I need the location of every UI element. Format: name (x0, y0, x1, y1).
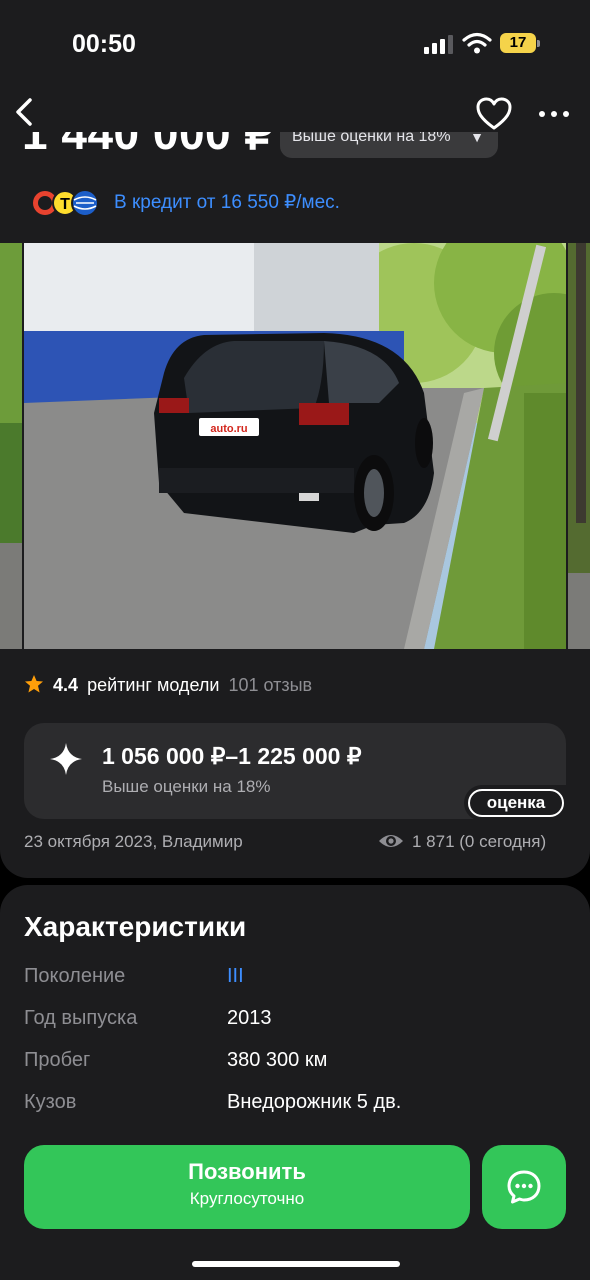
wifi-icon (462, 32, 492, 54)
price-row: 1 440 000 ₽ Выше оценки на 18% ▼ (0, 132, 590, 168)
spec-value: 380 300 км (227, 1049, 328, 1071)
reviews-count: 101 отзыв (228, 675, 313, 695)
views-counter: 1 871 (0 сегодня) (378, 832, 546, 852)
chat-icon (507, 1170, 541, 1204)
views-count: 1 871 (0 сегодня) (412, 832, 547, 851)
price: 1 440 000 ₽ (22, 132, 275, 159)
battery-level: 17 (500, 33, 536, 53)
spec-row-year: Год выпуска 2013 (24, 1007, 566, 1037)
call-label: Позвонить (188, 1159, 306, 1184)
eye-icon (379, 835, 403, 847)
battery-icon: 17 (500, 33, 540, 53)
estimate-range: 1 056 000 ₽–1 225 000 ₽ (102, 743, 362, 769)
spec-key: Год выпуска (24, 1007, 138, 1029)
chat-button[interactable] (482, 1145, 566, 1229)
home-indicator (192, 1261, 400, 1267)
chevron-left-icon[interactable] (8, 92, 44, 132)
svg-text:T: T (60, 196, 70, 213)
photo-next[interactable] (568, 243, 590, 649)
cellular-signal-icon (424, 35, 453, 54)
estimate-badge-label: оценка (468, 789, 564, 817)
photo-gallery[interactable]: auto.ru (0, 243, 590, 649)
spec-value: Внедорожник 5 дв. (227, 1091, 402, 1113)
plate-text: auto.ru (210, 423, 247, 435)
estimate-subtitle: Выше оценки на 18% (102, 777, 271, 796)
heart-icon[interactable] (474, 96, 514, 132)
call-button[interactable]: Позвонить Круглосуточно (24, 1145, 470, 1229)
star-icon (25, 675, 43, 693)
bank-logos-icon: T (33, 189, 99, 217)
more-icon[interactable] (536, 102, 572, 126)
spec-row-mileage: Пробег 380 300 км (24, 1049, 566, 1079)
spec-row-body: Кузов Внедорожник 5 дв. (24, 1091, 566, 1121)
credit-link[interactable]: В кредит от 16 550 ₽/мес. (114, 191, 340, 214)
listing-card: 1 440 000 ₽ Выше оценки на 18% ▼ T В кре… (0, 88, 590, 878)
price-estimate-card[interactable]: 1 056 000 ₽–1 225 000 ₽ Выше оценки на 1… (24, 723, 568, 821)
call-sublabel: Круглосуточно (189, 1189, 305, 1208)
spec-key: Пробег (24, 1049, 91, 1071)
photo-prev[interactable] (0, 243, 22, 649)
estimate-badge: оценка (464, 785, 568, 821)
rating-value: 4.4 (53, 675, 79, 695)
spec-row-generation: Поколение III (24, 965, 566, 995)
spec-key: Поколение (24, 965, 126, 987)
spec-key: Кузов (24, 1091, 77, 1113)
chevron-down-icon: ▼ (470, 132, 484, 145)
rating-label: рейтинг модели (87, 675, 220, 695)
status-time: 00:50 (72, 30, 136, 58)
price-estimate-chip[interactable]: Выше оценки на 18% ▼ (280, 132, 498, 158)
specs-title: Характеристики (24, 911, 247, 942)
car-photo[interactable]: auto.ru (24, 243, 566, 649)
status-bar: 00:50 17 (0, 0, 590, 88)
sparkle-icon (50, 743, 82, 775)
spec-value-link[interactable]: III (227, 965, 244, 988)
model-rating[interactable]: 4.4 рейтинг модели 101 отзыв (24, 674, 312, 700)
price-chip-label: Выше оценки на 18% (292, 132, 451, 145)
date-location: 23 октября 2023, Владимир (24, 832, 243, 851)
spec-value: 2013 (227, 1007, 272, 1029)
